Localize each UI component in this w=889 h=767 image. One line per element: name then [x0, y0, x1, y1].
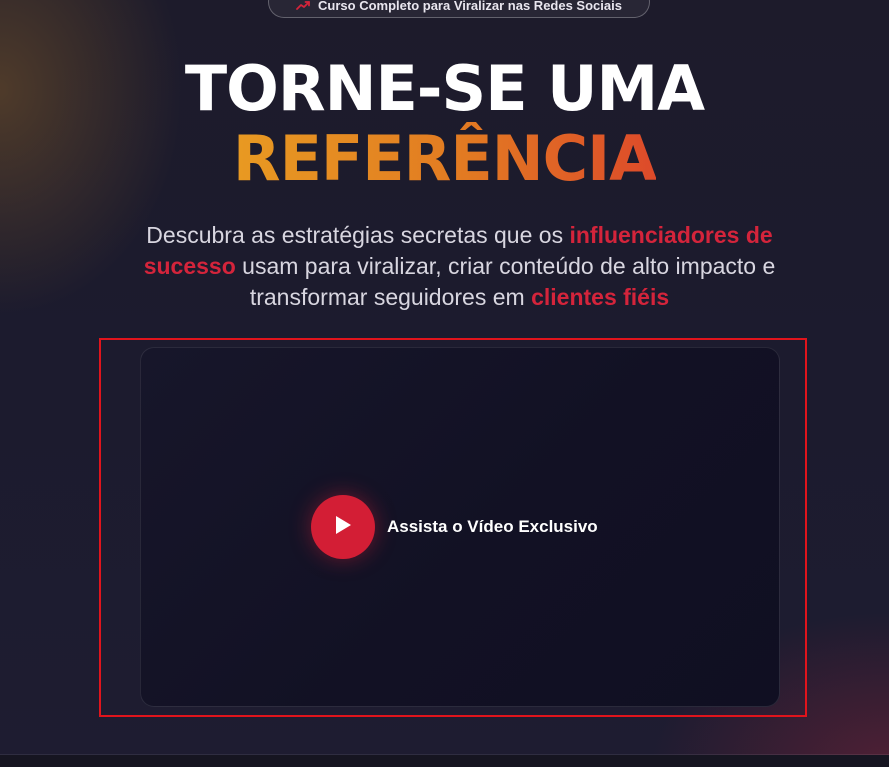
hero-subtitle: Descubra as estratégias secretas que os … — [100, 220, 819, 313]
hero-title-accent: REFERÊNCIA — [232, 122, 657, 195]
next-section-edge — [0, 755, 889, 767]
badge-text: Curso Completo para Viralizar nas Redes … — [318, 0, 622, 13]
course-badge: Curso Completo para Viralizar nas Redes … — [268, 0, 650, 18]
subtitle-highlight-clients: clientes fiéis — [531, 284, 670, 310]
video-play-control[interactable]: Assista o Vídeo Exclusivo — [311, 495, 598, 559]
play-button[interactable] — [311, 495, 375, 559]
hero-title-line2: REFERÊNCIA — [0, 128, 889, 190]
subtitle-text: usam para viralizar, criar conteúdo de a… — [235, 253, 776, 310]
subtitle-text: Descubra as estratégias secretas que os — [146, 222, 570, 248]
trending-up-icon — [296, 0, 310, 12]
play-icon — [334, 515, 352, 540]
hero-title-line1: TORNE-SE UMA — [184, 52, 705, 125]
video-label[interactable]: Assista o Vídeo Exclusivo — [387, 517, 598, 537]
